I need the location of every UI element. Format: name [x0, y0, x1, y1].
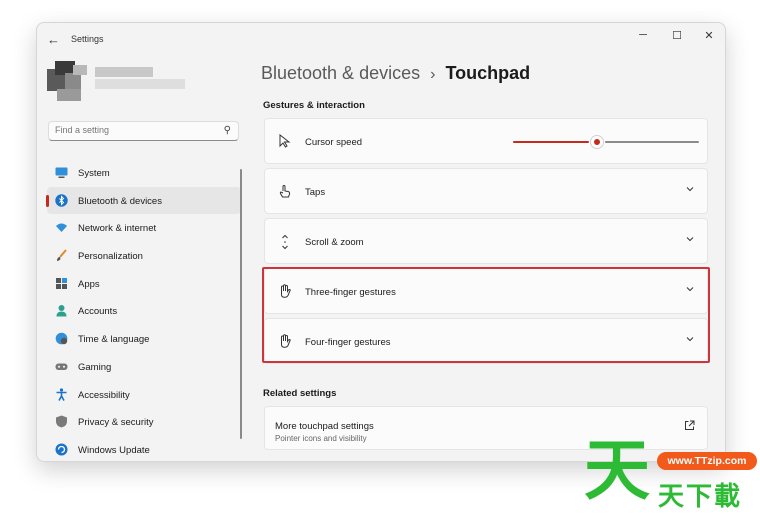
- tap-icon: [277, 184, 293, 200]
- external-link-icon[interactable]: [684, 420, 695, 434]
- cursor-speed-slider[interactable]: [513, 135, 699, 149]
- taps-label: Taps: [305, 187, 326, 198]
- sidebar-item-label: Privacy & security: [78, 417, 154, 429]
- scroll-zoom-label: Scroll & zoom: [305, 237, 364, 248]
- minimize-button[interactable]: ─: [635, 29, 651, 41]
- sidebar-item-label: Network & internet: [78, 223, 157, 235]
- sidebar-item-label: Gaming: [78, 361, 112, 373]
- more-touchpad-subtitle: Pointer icons and visibility: [275, 434, 367, 443]
- active-indicator: [46, 194, 49, 207]
- globe-clock-icon: [55, 332, 68, 345]
- sidebar-item-label: Apps: [78, 278, 100, 290]
- sidebar-item-gaming[interactable]: Gaming: [47, 353, 241, 381]
- watermark-url: www.TTzip.com: [657, 452, 757, 470]
- sidebar-item-label: Bluetooth & devices: [78, 195, 162, 207]
- user-profile-blurred[interactable]: [47, 59, 187, 103]
- sidebar-item-time-language[interactable]: Time & language: [47, 325, 241, 353]
- scroll-zoom-card[interactable]: Scroll & zoom: [264, 218, 708, 264]
- breadcrumb-parent[interactable]: Bluetooth & devices: [261, 63, 420, 83]
- page-title: Touchpad: [445, 63, 531, 83]
- sidebar-item-label: System: [78, 168, 110, 179]
- brush-icon: [55, 249, 68, 262]
- wifi-icon: [55, 221, 68, 234]
- sidebar-item-label: Accessibility: [78, 389, 130, 401]
- sidebar-item-label: Personalization: [78, 251, 143, 263]
- site-watermark: 天 www.TTzip.com 天下載: [584, 436, 760, 516]
- cursor-icon: [277, 133, 293, 150]
- sidebar-item-network[interactable]: Network & internet: [47, 214, 241, 242]
- accessibility-icon: [55, 387, 68, 401]
- title-bar: ← Settings ─ ☐ ✕: [37, 23, 725, 55]
- four-finger-gestures-card[interactable]: Four-finger gestures: [264, 318, 708, 364]
- chevron-down-icon[interactable]: [685, 184, 695, 197]
- watermark-text: 天下載: [658, 482, 743, 512]
- settings-window: ← Settings ─ ☐ ✕ ⚲ System Bluetoot: [36, 22, 726, 462]
- arrow-left-icon: ←: [47, 32, 60, 47]
- chevron-down-icon[interactable]: [685, 334, 695, 347]
- monitor-icon: [55, 166, 68, 179]
- search-icon[interactable]: ⚲: [224, 125, 231, 136]
- related-section-title: Related settings: [263, 388, 337, 399]
- sidebar-item-personalization[interactable]: Personalization: [47, 242, 241, 270]
- slider-thumb[interactable]: [589, 135, 604, 149]
- watermark-logo-character: 天: [584, 432, 650, 509]
- sidebar-item-label: Time & language: [78, 334, 150, 346]
- update-icon: [55, 443, 68, 456]
- bluetooth-icon: [55, 193, 68, 207]
- taps-card[interactable]: Taps: [264, 168, 708, 214]
- slider-track: [604, 141, 699, 143]
- chevron-down-icon[interactable]: [685, 234, 695, 247]
- search-input[interactable]: [55, 125, 215, 135]
- slider-fill: [513, 141, 589, 143]
- sidebar-scrollbar[interactable]: [240, 169, 242, 439]
- sidebar-item-privacy[interactable]: Privacy & security: [47, 408, 241, 436]
- scroll-icon: [277, 234, 293, 250]
- hand-icon: [277, 284, 293, 300]
- breadcrumb-separator: ›: [430, 66, 436, 83]
- maximize-button[interactable]: ☐: [669, 29, 685, 42]
- sidebar-item-apps[interactable]: Apps: [47, 270, 241, 298]
- cursor-speed-label: Cursor speed: [305, 137, 363, 148]
- app-title: Settings: [71, 34, 104, 44]
- sidebar-item-system[interactable]: System: [47, 159, 241, 187]
- more-touchpad-title: More touchpad settings: [275, 421, 374, 432]
- search-box[interactable]: ⚲: [48, 121, 239, 141]
- sidebar-item-bluetooth[interactable]: Bluetooth & devices: [46, 186, 241, 215]
- apps-icon: [55, 277, 68, 290]
- shield-icon: [55, 415, 68, 428]
- sidebar-item-accounts[interactable]: Accounts: [47, 297, 241, 325]
- four-finger-gestures-label: Four-finger gestures: [305, 337, 391, 348]
- person-icon: [55, 304, 68, 317]
- hand-icon: [277, 334, 293, 350]
- breadcrumb: Bluetooth & devices › Touchpad: [261, 63, 530, 84]
- gestures-section-title: Gestures & interaction: [263, 100, 365, 111]
- chevron-down-icon[interactable]: [685, 284, 695, 297]
- gamepad-icon: [55, 360, 68, 373]
- sidebar-nav: System Bluetooth & devices Network & int…: [46, 159, 241, 461]
- three-finger-gestures-label: Three-finger gestures: [305, 287, 396, 298]
- sidebar-item-label: Accounts: [78, 306, 118, 318]
- three-finger-gestures-card[interactable]: Three-finger gestures: [264, 268, 708, 314]
- sidebar-item-label: Windows Update: [78, 444, 150, 456]
- back-button[interactable]: ←: [47, 32, 60, 47]
- sidebar-item-windows-update[interactable]: Windows Update: [47, 436, 241, 461]
- sidebar-item-accessibility[interactable]: Accessibility: [47, 381, 241, 409]
- close-button[interactable]: ✕: [701, 29, 717, 42]
- cursor-speed-card: Cursor speed: [264, 118, 708, 164]
